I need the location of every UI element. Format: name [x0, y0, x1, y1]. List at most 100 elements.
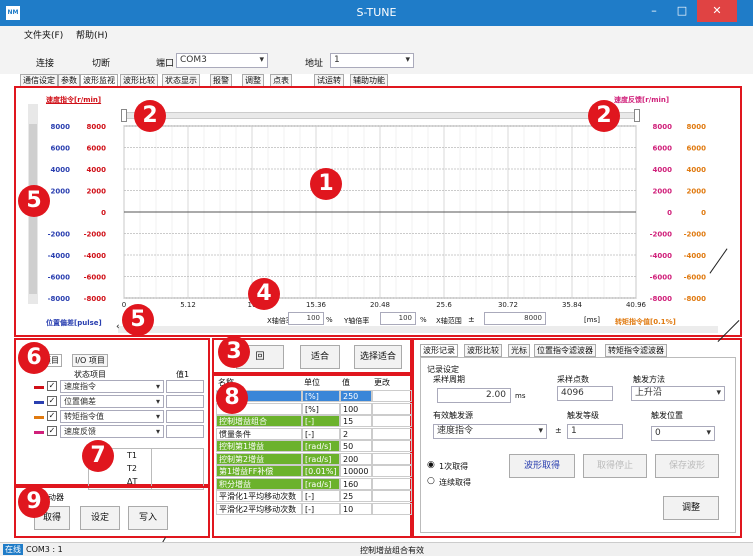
status-item-select[interactable]: 位置偏差 ▾	[60, 395, 164, 408]
status-item-select[interactable]: 速度指令 ▾	[60, 380, 164, 393]
y-tick-label-speed-fb: -8000	[650, 295, 673, 303]
table-row[interactable]: 积分增益 [rad/s] 160	[216, 477, 412, 490]
x-tick-label: 15.36	[306, 301, 327, 309]
t1-label: T1	[127, 451, 137, 460]
trigger-position-value: 0	[655, 428, 661, 438]
table-cell: 平滑化1平均移动次数	[216, 490, 302, 502]
table-cell: 第1增益FF补偿	[216, 465, 302, 477]
x-mult-input[interactable]: 100	[288, 312, 324, 325]
trigger-method-value: 上升沿	[635, 388, 663, 398]
y-tick-label-speed-cmd: 4000	[87, 166, 107, 174]
table-cell: [-]	[302, 490, 340, 502]
table-row[interactable]: 惯量条件 [-] 2	[216, 427, 412, 440]
table-cell: 控制第1增益	[216, 440, 302, 452]
t2-label: T2	[127, 464, 137, 473]
y-tick-label-position: -2000	[48, 231, 71, 239]
table-cell: [%]	[302, 390, 340, 402]
chevron-down-icon: ▾	[155, 412, 160, 421]
item-checkbox[interactable]: ✓	[47, 411, 57, 421]
stop-acquire-button[interactable]: 取得停止	[583, 454, 647, 478]
x-tick-label: 35.84	[562, 301, 583, 309]
drive-write-button[interactable]: 写入	[128, 506, 168, 530]
y-tick-label-torque: 8000	[687, 123, 707, 131]
table-row[interactable]: 平滑化2平均移动次数 [-] 10	[216, 502, 412, 515]
drive-set-button[interactable]: 设定	[80, 506, 120, 530]
y-tick-label-speed-cmd: 8000	[87, 123, 107, 131]
record-tab[interactable]: 位置指令滤波器	[534, 344, 596, 357]
table-cell	[372, 477, 412, 490]
chevron-down-icon: ▾	[706, 428, 711, 438]
table-cell: 250	[340, 390, 372, 402]
badge-5-bottom: 5	[122, 304, 154, 336]
trigger-source-select[interactable]: 速度指令 ▾	[433, 424, 547, 439]
table-cell	[372, 502, 412, 515]
y-tick-label-position: 8000	[51, 123, 71, 131]
table-row[interactable]: 控制第2增益 [rad/s] 200	[216, 452, 412, 465]
table-row[interactable]: 平滑化1平均移动次数 [-] 25	[216, 490, 412, 502]
status-item-label: 转矩指令值	[64, 412, 104, 421]
table-cell: [0.01%]	[302, 465, 340, 477]
badge-6: 6	[18, 342, 50, 374]
table-row[interactable]: 控制第1增益 [rad/s] 50	[216, 440, 412, 452]
points-input[interactable]: 4096	[557, 386, 613, 401]
period-label: 采样周期	[433, 375, 465, 384]
status-col-header: 状态项目	[74, 370, 106, 379]
status-item-row[interactable]: ✓ 位置偏差 ▾	[34, 395, 204, 409]
status-item-label: 速度指令	[64, 382, 96, 391]
bottom-scrollbar[interactable]	[118, 326, 718, 333]
select-fit-button[interactable]: 选择适合	[354, 345, 402, 369]
x-tick-label: 5.12	[180, 301, 196, 309]
port-status: COM3 : 1	[26, 545, 63, 554]
status-item-select[interactable]: 速度反馈 ▾	[60, 425, 164, 438]
online-badge: 在线	[3, 544, 23, 555]
table-cell: 15	[340, 415, 372, 427]
trigger-method-select[interactable]: 上升沿 ▾	[631, 386, 725, 401]
x-range-input[interactable]: 8000	[484, 312, 546, 325]
table-cell: [%]	[302, 402, 340, 415]
fit-button[interactable]: 适合	[300, 345, 340, 369]
record-tab[interactable]: 转矩指令滤波器	[605, 344, 667, 357]
status-item-row[interactable]: ✓ 转矩指令值 ▾	[34, 410, 204, 424]
y-tick-label-speed-cmd: -6000	[84, 274, 107, 282]
status-item-select[interactable]: 转矩指令值 ▾	[60, 410, 164, 423]
badge-7: 7	[82, 440, 114, 472]
continuous-radio[interactable]: ○	[427, 476, 435, 486]
table-cell: 160	[340, 477, 372, 490]
trigger-level-input[interactable]: 1	[567, 424, 623, 439]
period-input[interactable]: 2.00	[437, 388, 511, 403]
table-cell	[372, 390, 412, 402]
status-item-value	[166, 395, 204, 408]
trigger-method-label: 触发方法	[633, 375, 665, 384]
delta-t-label: ΔT	[127, 477, 138, 486]
once-radio[interactable]: ◉	[427, 460, 435, 470]
status-item-value	[166, 380, 204, 393]
item-checkbox[interactable]: ✓	[47, 396, 57, 406]
record-tab[interactable]: 波形比较	[464, 344, 502, 357]
y-tick-label-torque: 6000	[687, 145, 707, 153]
table-row[interactable]: 控制增益组合 [-] 15	[216, 415, 412, 427]
table-cell: [-]	[302, 502, 340, 515]
status-item-row[interactable]: ✓ 速度反馈 ▾	[34, 425, 204, 439]
table-header: 名称单位值更改	[216, 376, 412, 388]
record-tab[interactable]: 光标	[508, 344, 530, 357]
badge-9: 9	[18, 486, 50, 518]
table-row[interactable]: 第1增益FF补偿 [0.01%] 10000	[216, 465, 412, 477]
item-checkbox[interactable]: ✓	[47, 381, 57, 391]
save-waveform-button[interactable]: 保存波形	[655, 454, 719, 478]
status-item-label: 位置偏差	[64, 397, 96, 406]
status-item-row[interactable]: ✓ 速度指令 ▾	[34, 380, 204, 394]
table-cell: [rad/s]	[302, 477, 340, 490]
table-cell: 200	[340, 452, 372, 465]
table-cell	[372, 490, 412, 502]
y-mult-input[interactable]: 100	[380, 312, 416, 325]
get-waveform-button[interactable]: 波形取得	[509, 454, 575, 478]
tab-io-items[interactable]: I/O 项目	[72, 354, 108, 367]
adjust-button[interactable]: 调整	[663, 496, 719, 520]
item-checkbox[interactable]: ✓	[47, 426, 57, 436]
bottom-left-label: 位置偏差[pulse]	[46, 319, 102, 327]
scroll-left-icon[interactable]: ‹	[116, 322, 120, 332]
column-header: 更改	[374, 378, 390, 387]
record-tab[interactable]: 波形记录	[420, 344, 458, 357]
x-mult-unit: %	[326, 316, 333, 324]
trigger-position-select[interactable]: 0 ▾	[651, 426, 715, 441]
